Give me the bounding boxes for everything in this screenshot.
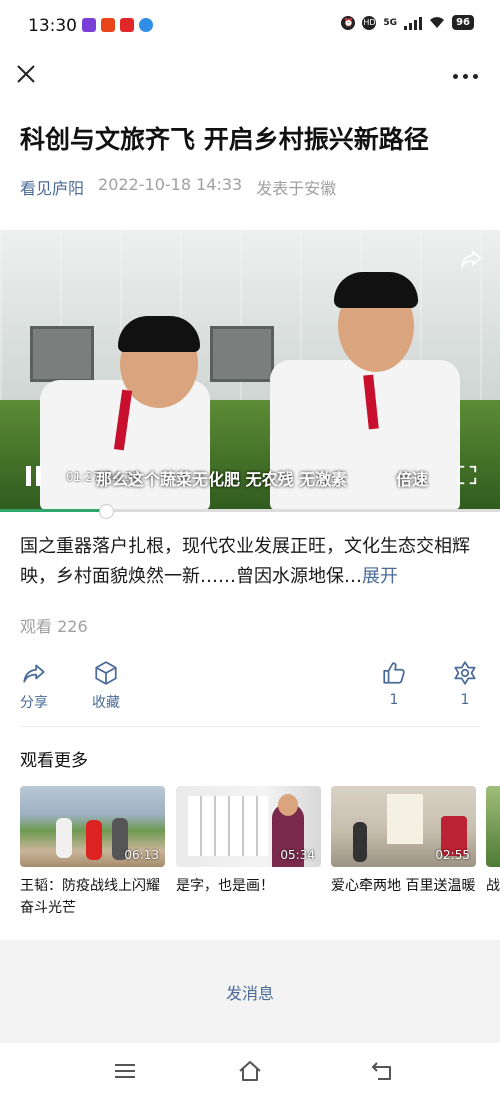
app-notification-icon bbox=[82, 18, 96, 32]
video-progress-fill bbox=[0, 509, 105, 512]
recommended-videos: 06:13 王韬：防疫战线上闪耀奋斗光芒 05:34 是字，也是画！ 02:55… bbox=[20, 786, 500, 916]
app-notification-icon bbox=[139, 18, 153, 32]
divider bbox=[20, 726, 480, 727]
box-icon bbox=[95, 661, 117, 685]
message-bar: 发消息 bbox=[0, 940, 500, 1043]
more-options-button[interactable] bbox=[453, 74, 478, 79]
video-card[interactable]: 02:55 爱心牵两地 百里送温暖 bbox=[331, 786, 476, 897]
video-card[interactable]: 05:34 是字，也是画！ bbox=[176, 786, 321, 897]
status-time: 13:30 bbox=[28, 16, 77, 36]
reward-button[interactable]: 1 bbox=[452, 660, 478, 708]
network-label: 5G bbox=[383, 17, 398, 28]
article-meta: 看见庐阳 2022-10-18 14:33 发表于安徽 bbox=[20, 175, 336, 199]
pause-button[interactable] bbox=[26, 466, 42, 486]
collect-label: 收藏 bbox=[92, 695, 120, 711]
video-thumbnail bbox=[486, 786, 500, 867]
description-text: 国之重器落户扎根，现代农业发展正旺，文化生态交相辉映，乡村面貌焕然一新……曾因水… bbox=[20, 536, 470, 587]
signal-icon bbox=[404, 16, 423, 30]
action-bar: 分享 收藏 1 1 bbox=[0, 658, 500, 720]
speed-button[interactable]: 倍速 bbox=[396, 466, 428, 490]
video-thumbnail: 06:13 bbox=[20, 786, 165, 867]
top-bar bbox=[0, 52, 500, 102]
share-label: 分享 bbox=[20, 695, 48, 711]
video-progress-handle[interactable] bbox=[99, 504, 114, 519]
status-bar: 13:30 ⏰ HD 5G 96 bbox=[0, 0, 500, 52]
video-card-title: 是字，也是画！ bbox=[176, 878, 274, 894]
share-button[interactable]: 分享 bbox=[20, 660, 48, 712]
thumbs-up-icon bbox=[383, 662, 405, 684]
video-player[interactable]: 01:27/04:33 那么这个蔬菜无化肥 无农残 无激素 倍速 bbox=[0, 230, 500, 512]
video-duration: 05:34 bbox=[280, 848, 315, 862]
flower-icon bbox=[454, 661, 476, 685]
back-icon[interactable] bbox=[370, 1059, 396, 1083]
video-card-title: 爱心牵两地 百里送温暖 bbox=[331, 878, 476, 894]
video-card[interactable]: 战4月 bbox=[486, 786, 500, 897]
video-subtitle: 那么这个蔬菜无化肥 无农残 无激素 bbox=[96, 470, 348, 489]
like-button[interactable]: 1 bbox=[381, 660, 407, 708]
system-nav-bar bbox=[0, 1043, 500, 1100]
video-card[interactable]: 06:13 王韬：防疫战线上闪耀奋斗光芒 bbox=[20, 786, 165, 916]
app-notification-icon bbox=[120, 18, 134, 32]
article-description: 国之重器落户扎根，现代农业发展正旺，文化生态交相辉映，乡村面貌焕然一新……曾因水… bbox=[20, 532, 482, 592]
home-icon[interactable] bbox=[237, 1059, 263, 1083]
more-videos-title: 观看更多 bbox=[20, 751, 88, 771]
view-count: 观看 226 bbox=[20, 617, 88, 636]
video-thumbnail: 02:55 bbox=[331, 786, 476, 867]
video-duration: 02:55 bbox=[435, 848, 470, 862]
hd-icon: HD bbox=[362, 15, 377, 30]
collect-button[interactable]: 收藏 bbox=[92, 660, 120, 712]
article-title: 科创与文旅齐飞 开启乡村振兴新路径 bbox=[20, 125, 429, 154]
alarm-icon: ⏰ bbox=[341, 15, 356, 30]
share-icon[interactable] bbox=[460, 248, 482, 270]
video-card-title: 战4月 bbox=[486, 878, 500, 894]
reward-count: 1 bbox=[460, 692, 470, 708]
battery-icon: 96 bbox=[452, 15, 474, 30]
video-thumbnail: 05:34 bbox=[176, 786, 321, 867]
fullscreen-icon[interactable] bbox=[456, 464, 478, 486]
send-message-button[interactable]: 发消息 bbox=[0, 940, 500, 1043]
close-icon[interactable] bbox=[14, 62, 38, 86]
share-icon bbox=[23, 664, 45, 683]
publish-location: 发表于安徽 bbox=[256, 179, 337, 198]
app-notification-icon bbox=[101, 18, 115, 32]
menu-icon[interactable] bbox=[112, 1059, 138, 1083]
publish-date: 2022-10-18 14:33 bbox=[98, 175, 243, 194]
video-card-title: 王韬：防疫战线上闪耀奋斗光芒 bbox=[20, 878, 160, 916]
expand-link[interactable]: 展开 bbox=[362, 566, 398, 587]
author-link[interactable]: 看见庐阳 bbox=[20, 175, 84, 199]
video-duration: 06:13 bbox=[124, 848, 159, 862]
wifi-icon bbox=[430, 17, 445, 28]
like-count: 1 bbox=[389, 692, 399, 708]
video-progress-bar[interactable] bbox=[0, 504, 500, 519]
notification-icons bbox=[82, 18, 153, 32]
